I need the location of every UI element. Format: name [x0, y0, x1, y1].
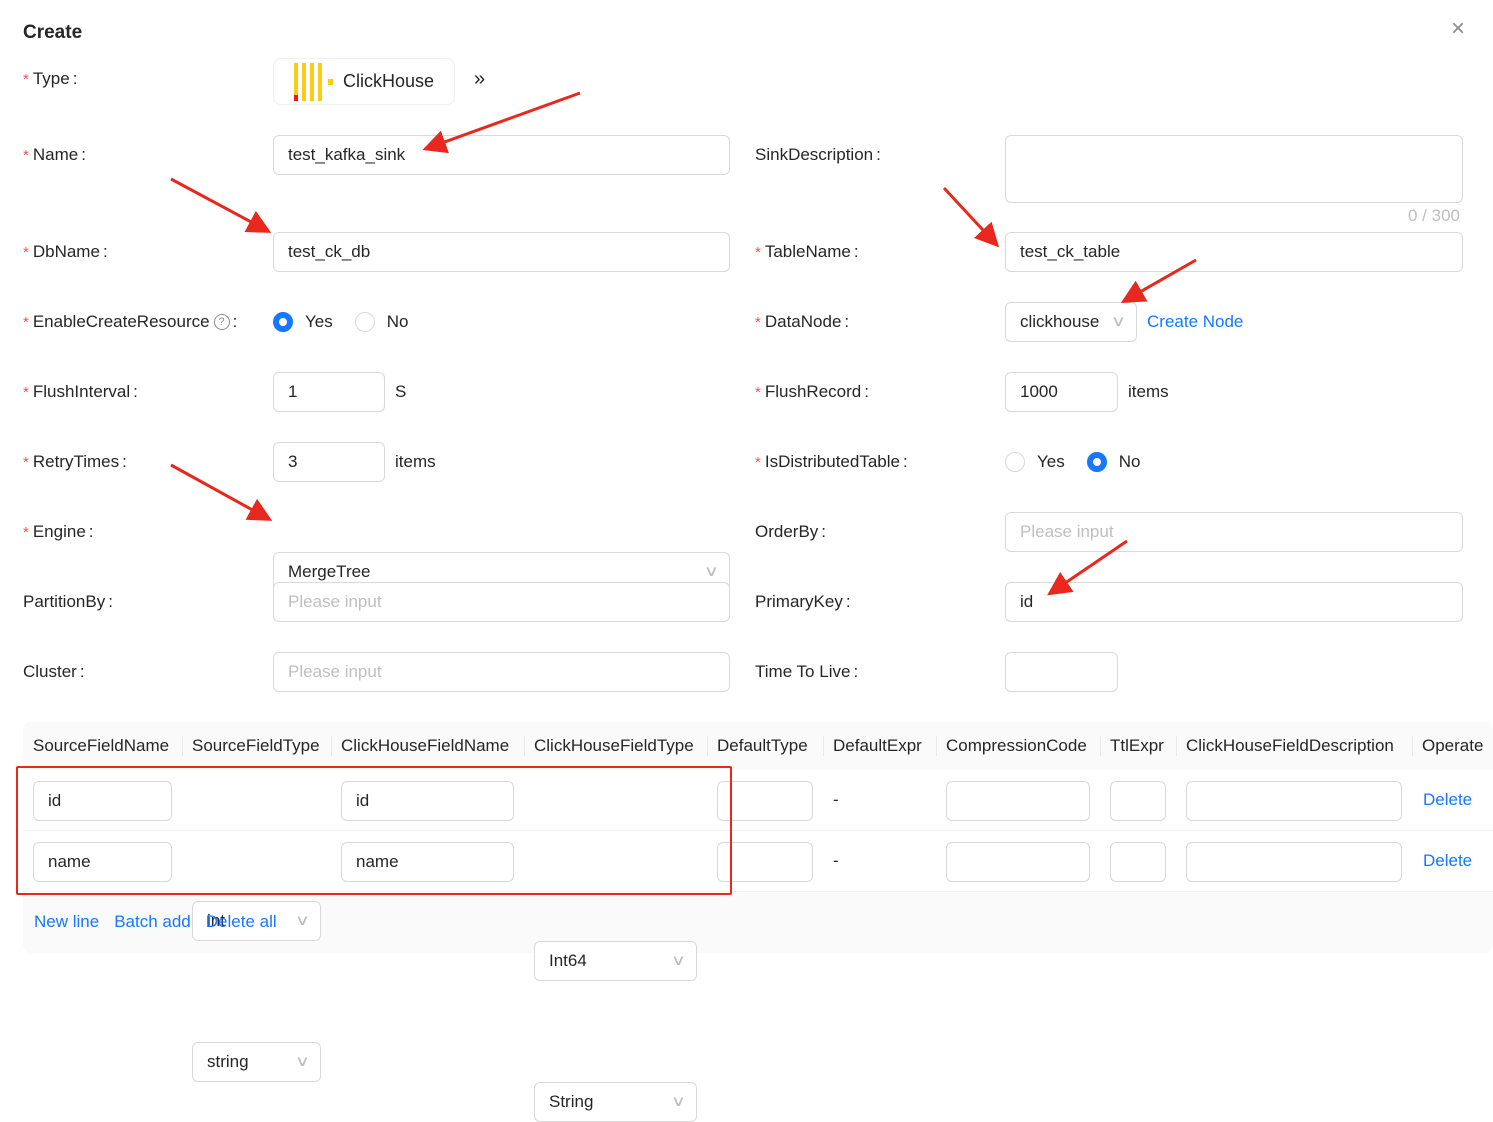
retry-times-unit: items [395, 452, 436, 471]
delete-row-button[interactable]: Delete [1423, 851, 1472, 871]
help-icon[interactable]: ? [213, 314, 230, 330]
clickhouse-field-type-select[interactable]: String ∨ [534, 1082, 697, 1122]
datanode-label: * DataNode: [755, 312, 850, 331]
source-field-type-select[interactable]: string ∨ [192, 1042, 321, 1082]
chevron-down-icon: ∨ [670, 952, 687, 969]
flush-record-unit: items [1128, 382, 1169, 401]
delete-all-link[interactable]: Delete all [206, 912, 277, 932]
radio-no[interactable] [1086, 452, 1107, 472]
dialog-title: Create [23, 22, 83, 43]
chevron-down-icon: ∨ [294, 1053, 311, 1070]
chevron-down-icon: ∨ [294, 912, 311, 929]
table-footer-actions: New line Batch add Delete all [34, 912, 277, 932]
flush-record-label: * FlushRecord: [755, 382, 869, 401]
sink-description-textarea[interactable] [1005, 135, 1463, 203]
arrow-icon [942, 186, 1000, 248]
chevron-down-icon: ∨ [1110, 313, 1127, 330]
flush-interval-unit: S [395, 382, 407, 401]
datanode-select[interactable]: clickhouse ∨ [1005, 302, 1137, 342]
description-char-count: 0 / 300 [1408, 206, 1460, 225]
cluster-label: Cluster: [23, 662, 85, 681]
compression-code-input[interactable] [946, 781, 1090, 821]
th-default-type: DefaultType [707, 722, 823, 770]
th-clickhouse-field-name: ClickHouseFieldName [331, 722, 524, 770]
orderby-input[interactable]: Please input [1005, 512, 1463, 552]
batch-add-link[interactable]: Batch add [114, 912, 191, 932]
field-description-input[interactable] [1186, 781, 1402, 821]
type-value: ClickHouse [343, 71, 435, 91]
th-source-field-name: SourceFieldName [33, 736, 170, 755]
field-description-input[interactable] [1186, 842, 1402, 882]
name-input[interactable]: test_kafka_sink [273, 135, 730, 175]
partitionby-input[interactable]: Please input [273, 582, 730, 622]
close-icon[interactable]: × [1447, 16, 1469, 42]
radio-no[interactable] [354, 312, 375, 332]
double-chevron-right-icon[interactable]: » [474, 68, 485, 91]
th-clickhouse-field-description: ClickHouseFieldDescription [1176, 722, 1412, 770]
is-distributed-table-radio-group: Yes No [1005, 442, 1162, 482]
enable-create-resource-radio-group: Yes No [273, 302, 430, 342]
ttl-label: Time To Live: [755, 662, 859, 681]
ttl-expr-input[interactable] [1110, 781, 1166, 821]
type-card-clickhouse[interactable]: ClickHouse [273, 58, 455, 105]
source-field-name-input[interactable]: name [33, 842, 172, 882]
default-expr-value: - [833, 851, 839, 870]
type-label: * Type: [23, 69, 78, 88]
th-ttl-expr: TtlExpr [1100, 722, 1176, 770]
tablename-input[interactable]: test_ck_table [1005, 232, 1463, 272]
is-distributed-table-label: * IsDistributedTable: [755, 452, 908, 471]
engine-label: * Engine: [23, 522, 94, 541]
new-line-link[interactable]: New line [34, 912, 99, 932]
th-clickhouse-field-type: ClickHouseFieldType [524, 722, 707, 770]
create-node-link[interactable]: Create Node [1147, 302, 1243, 342]
th-compression-code: CompressionCode [936, 722, 1100, 770]
name-label: * Name: [23, 145, 86, 164]
arrow-icon [170, 463, 273, 521]
enable-create-resource-label: * EnableCreateResource?: [23, 312, 238, 331]
ttl-expr-input[interactable] [1110, 842, 1166, 882]
flush-interval-label: * FlushInterval: [23, 382, 138, 401]
ttl-input[interactable] [1005, 652, 1118, 692]
flush-record-input[interactable]: 1000 [1005, 372, 1118, 412]
th-operate: Operate [1412, 722, 1493, 770]
dbname-label: * DbName: [23, 242, 108, 261]
clickhouse-field-name-input[interactable]: id [341, 781, 514, 821]
default-type-input[interactable] [717, 842, 813, 882]
retry-times-input[interactable]: 3 [273, 442, 385, 482]
table-header: SourceFieldName SourceFieldType ClickHou… [23, 722, 1493, 770]
primarykey-input[interactable]: id [1005, 582, 1463, 622]
th-default-expr: DefaultExpr [823, 722, 936, 770]
clickhouse-field-name-input[interactable]: name [341, 842, 514, 882]
clickhouse-field-type-select[interactable]: Int64 ∨ [534, 941, 697, 981]
partitionby-label: PartitionBy: [23, 592, 113, 611]
retry-times-label: * RetryTimes: [23, 452, 127, 471]
dbname-input[interactable]: test_ck_db [273, 232, 730, 272]
sink-description-label: SinkDescription: [755, 145, 881, 164]
default-type-input[interactable] [717, 781, 813, 821]
radio-yes[interactable] [1005, 452, 1025, 472]
tablename-label: * TableName: [755, 242, 859, 261]
flush-interval-input[interactable]: 1 [273, 372, 385, 412]
default-expr-value: - [833, 790, 839, 809]
primarykey-label: PrimaryKey: [755, 592, 851, 611]
cluster-input[interactable]: Please input [273, 652, 730, 692]
source-field-name-input[interactable]: id [33, 781, 172, 821]
arrow-icon [170, 177, 272, 233]
delete-row-button[interactable]: Delete [1423, 790, 1472, 810]
compression-code-input[interactable] [946, 842, 1090, 882]
orderby-label: OrderBy: [755, 522, 827, 541]
clickhouse-logo-icon [294, 62, 333, 101]
radio-yes[interactable] [273, 312, 293, 332]
th-source-field-type: SourceFieldType [182, 722, 331, 770]
chevron-down-icon: ∨ [670, 1093, 687, 1110]
